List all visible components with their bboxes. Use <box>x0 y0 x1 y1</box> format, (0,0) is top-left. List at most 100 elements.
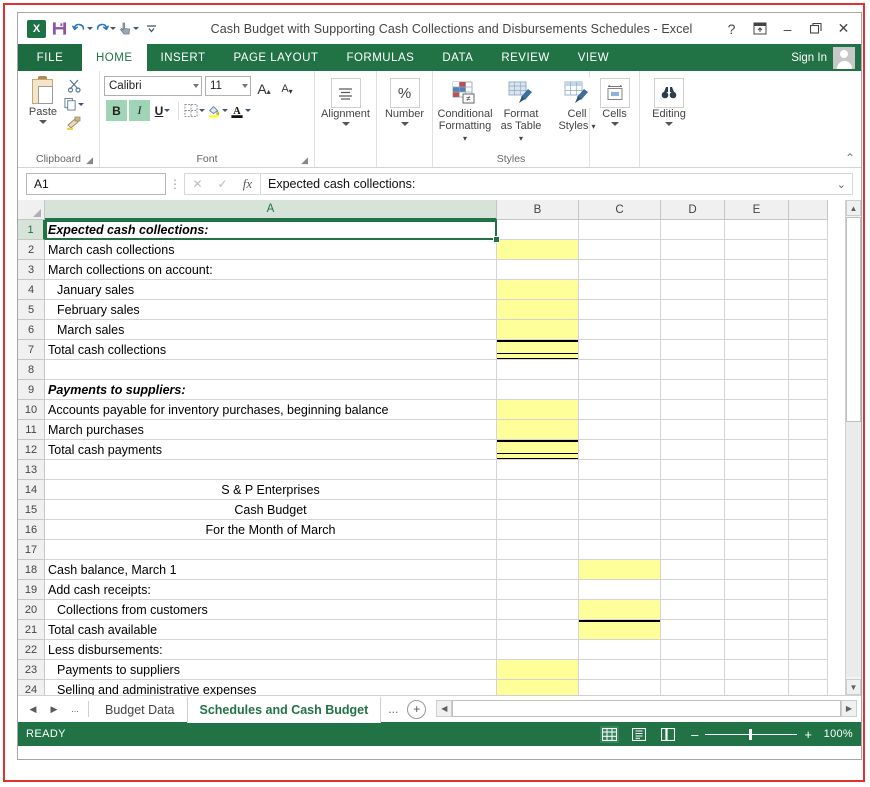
cell-A20[interactable]: Collections from customers <box>45 600 497 620</box>
cell-B8[interactable] <box>497 360 579 380</box>
page-layout-view-icon[interactable] <box>629 726 648 743</box>
cell-E24[interactable] <box>725 680 789 695</box>
file-tab[interactable]: FILE <box>18 44 82 71</box>
bold-button[interactable]: B <box>106 100 127 121</box>
cell-A17[interactable] <box>45 540 497 560</box>
column-header-d[interactable]: D <box>661 200 725 220</box>
row-header-23[interactable]: 23 <box>18 660 45 680</box>
horizontal-scrollbar[interactable]: ◀ ▶ <box>436 699 857 718</box>
cell-C19[interactable] <box>579 580 661 600</box>
cell-B6[interactable] <box>497 320 579 340</box>
cell-B20[interactable] <box>497 600 579 620</box>
cell-D8[interactable] <box>661 360 725 380</box>
cell-B22[interactable] <box>497 640 579 660</box>
cell-x9[interactable] <box>789 380 828 400</box>
cell-x21[interactable] <box>789 620 828 640</box>
cell-A14[interactable]: S & P Enterprises <box>45 480 497 500</box>
cut-icon[interactable] <box>64 76 84 94</box>
cell-B7[interactable] <box>497 340 579 360</box>
cell-C14[interactable] <box>579 480 661 500</box>
cell-D13[interactable] <box>661 460 725 480</box>
row-header-16[interactable]: 16 <box>18 520 45 540</box>
cell-B1[interactable] <box>497 220 579 240</box>
cell-x7[interactable] <box>789 340 828 360</box>
zoom-in-button[interactable]: + <box>804 727 812 742</box>
cell-E9[interactable] <box>725 380 789 400</box>
row-header-6[interactable]: 6 <box>18 320 45 340</box>
row-header-20[interactable]: 20 <box>18 600 45 620</box>
column-header-e[interactable]: E <box>725 200 789 220</box>
vertical-scrollbar[interactable]: ▲ ▼ <box>845 200 861 695</box>
cell-B24[interactable] <box>497 680 579 695</box>
touch-mouse-mode-icon[interactable] <box>118 18 139 39</box>
normal-view-icon[interactable] <box>600 725 620 743</box>
cell-D2[interactable] <box>661 240 725 260</box>
cell-B23[interactable] <box>497 660 579 680</box>
insert-function-icon[interactable]: fx <box>235 174 260 194</box>
cell-D5[interactable] <box>661 300 725 320</box>
cell-C2[interactable] <box>579 240 661 260</box>
fill-color-dropdown-icon[interactable] <box>222 109 228 112</box>
decrease-font-size-icon[interactable]: A ▾ <box>277 76 297 96</box>
cancel-entry-icon[interactable]: ✕ <box>185 174 210 194</box>
cell-C16[interactable] <box>579 520 661 540</box>
zoom-out-button[interactable]: – <box>691 727 698 742</box>
cell-D22[interactable] <box>661 640 725 660</box>
cell-D4[interactable] <box>661 280 725 300</box>
redo-icon[interactable] <box>95 18 116 39</box>
row-header-17[interactable]: 17 <box>18 540 45 560</box>
cell-A8[interactable] <box>45 360 497 380</box>
cell-A24[interactable]: Selling and administrative expenses <box>45 680 497 695</box>
tab-formulas[interactable]: FORMULAS <box>332 44 428 71</box>
restore-button[interactable] <box>802 17 829 41</box>
expand-formula-bar-icon[interactable]: ⌄ <box>837 178 850 191</box>
row-header-15[interactable]: 15 <box>18 500 45 520</box>
horizontal-scroll-track[interactable] <box>452 700 841 717</box>
account-avatar-icon[interactable] <box>833 47 855 69</box>
row-header-9[interactable]: 9 <box>18 380 45 400</box>
cell-A9[interactable]: Payments to suppliers: <box>45 380 497 400</box>
cell-D11[interactable] <box>661 420 725 440</box>
cell-C3[interactable] <box>579 260 661 280</box>
row-header-2[interactable]: 2 <box>18 240 45 260</box>
cell-E1[interactable] <box>725 220 789 240</box>
cell-x24[interactable] <box>789 680 828 695</box>
cell-C1[interactable] <box>579 220 661 240</box>
formula-input[interactable]: Expected cash collections: ⌄ <box>260 173 853 195</box>
redo-dropdown-icon[interactable] <box>110 27 116 30</box>
row-header-22[interactable]: 22 <box>18 640 45 660</box>
fill-handle[interactable] <box>493 236 500 243</box>
vertical-scroll-thumb[interactable] <box>846 217 861 422</box>
zoom-slider-thumb[interactable] <box>749 728 753 740</box>
format-painter-icon[interactable] <box>64 114 84 132</box>
cell-E19[interactable] <box>725 580 789 600</box>
increase-font-size-icon[interactable]: A ▴ <box>254 76 274 96</box>
borders-dropdown-icon[interactable] <box>199 109 205 112</box>
cell-B11[interactable] <box>497 420 579 440</box>
cell-x18[interactable] <box>789 560 828 580</box>
cell-B10[interactable] <box>497 400 579 420</box>
italic-button[interactable]: I <box>129 100 150 121</box>
editing-dropdown-icon[interactable] <box>665 122 673 126</box>
borders-button[interactable] <box>184 100 205 121</box>
cell-D17[interactable] <box>661 540 725 560</box>
cell-x14[interactable] <box>789 480 828 500</box>
cell-x20[interactable] <box>789 600 828 620</box>
tab-data[interactable]: DATA <box>428 44 487 71</box>
cell-E18[interactable] <box>725 560 789 580</box>
cell-A16[interactable]: For the Month of March <box>45 520 497 540</box>
cell-D15[interactable] <box>661 500 725 520</box>
cell-C10[interactable] <box>579 400 661 420</box>
row-header-7[interactable]: 7 <box>18 340 45 360</box>
cell-A22[interactable]: Less disbursements: <box>45 640 497 660</box>
cell-C23[interactable] <box>579 660 661 680</box>
cell-E13[interactable] <box>725 460 789 480</box>
number-button[interactable]: % Number <box>377 74 433 126</box>
sheet-tab-budget-data[interactable]: Budget Data <box>93 696 187 722</box>
row-header-19[interactable]: 19 <box>18 580 45 600</box>
cell-x8[interactable] <box>789 360 828 380</box>
row-header-10[interactable]: 10 <box>18 400 45 420</box>
ribbon-display-options-button[interactable] <box>746 17 773 41</box>
clipboard-dialog-launcher[interactable]: ◢ <box>86 155 93 166</box>
cell-E21[interactable] <box>725 620 789 640</box>
